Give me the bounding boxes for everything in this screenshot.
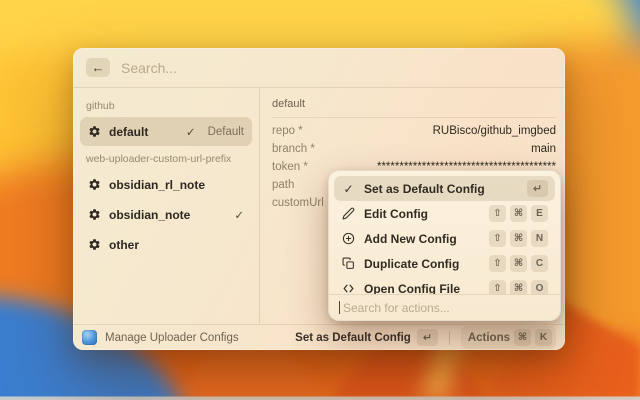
key-badge: ⌘ bbox=[510, 255, 527, 272]
key-badge: ↵ bbox=[527, 180, 548, 197]
check-icon: ✓ bbox=[341, 182, 356, 196]
key-badge: ⇧ bbox=[489, 205, 506, 222]
menu-item-label: Add New Config bbox=[364, 232, 457, 246]
key-badge: ⌘ bbox=[510, 205, 527, 222]
key-badge: O bbox=[531, 280, 548, 294]
gear-icon bbox=[88, 208, 101, 221]
manage-uploader-configs-window: ← Search... github default ✓ Default web-upl… bbox=[73, 48, 565, 350]
actions-menu: ✓Set as Default Config↵Edit Config⇧⌘EAdd… bbox=[328, 170, 561, 321]
key-badge: E bbox=[531, 205, 548, 222]
actions-button[interactable]: Actions ⌘K bbox=[461, 326, 556, 349]
pencil-icon bbox=[341, 207, 356, 220]
sidebar-item-other[interactable]: other bbox=[80, 230, 252, 259]
plus-circle-icon bbox=[341, 232, 356, 245]
key-badge: ⇧ bbox=[489, 255, 506, 272]
code-icon bbox=[341, 282, 356, 294]
menu-item-open-config-file[interactable]: Open Config File ⇧ ⌘ O bbox=[334, 276, 555, 294]
field-label: customUrl bbox=[272, 197, 324, 209]
detail-title: default bbox=[272, 94, 556, 117]
back-button[interactable]: ← bbox=[86, 58, 110, 77]
key-badge: ⌘ bbox=[510, 230, 527, 247]
duplicate-icon bbox=[341, 257, 356, 270]
app-icon bbox=[82, 330, 97, 345]
primary-action-label: Set as Default Config bbox=[295, 332, 411, 344]
divider bbox=[449, 331, 450, 345]
status-bar: Manage Uploader Configs Set as Default C… bbox=[73, 324, 565, 350]
menu-item-duplicate-config[interactable]: Duplicate Config ⇧⌘C bbox=[334, 251, 555, 276]
config-sidebar: github default ✓ Default web-uploader-custom… bbox=[73, 88, 260, 324]
menu-item-set-as-default-config[interactable]: ✓ Set as Default Config ↵ bbox=[334, 176, 555, 201]
key-badge: N bbox=[531, 230, 548, 247]
field-label: branch * bbox=[272, 143, 315, 155]
window-header: ← Search... bbox=[73, 48, 565, 88]
actions-search-placeholder: Search for actions... bbox=[343, 301, 450, 315]
key-badge: ⇧ bbox=[489, 230, 506, 247]
key-badge: ⌘ bbox=[514, 329, 531, 346]
default-badge: Default bbox=[208, 126, 244, 138]
actions-menu-list: ✓Set as Default Config↵Edit Config⇧⌘EAdd… bbox=[329, 171, 560, 294]
sidebar-item-label: default bbox=[109, 125, 148, 139]
menu-item-label: Open Config File bbox=[364, 282, 460, 295]
divider bbox=[272, 117, 556, 118]
sidebar-item-label: obsidian_rl_note bbox=[109, 178, 205, 192]
key-badge: C bbox=[531, 255, 548, 272]
search-input[interactable]: Search... bbox=[121, 60, 177, 76]
key-badge: K bbox=[535, 329, 552, 346]
menu-item-label: Edit Config bbox=[364, 207, 428, 221]
sidebar-section-label: github bbox=[80, 94, 252, 117]
gear-icon bbox=[88, 238, 101, 251]
sidebar-section-label: web-uploader-custom-url-prefix bbox=[80, 147, 252, 170]
config-field-row: branch * main bbox=[272, 140, 556, 158]
menu-item-label: Set as Default Config bbox=[364, 182, 485, 196]
field-value: main bbox=[531, 143, 556, 155]
text-cursor bbox=[339, 301, 340, 314]
primary-action-button[interactable]: Set as Default Config ↵ bbox=[295, 329, 438, 346]
field-value: RUBisco/github_imgbed bbox=[433, 125, 556, 137]
config-field-row: repo * RUBisco/github_imgbed bbox=[272, 122, 556, 140]
desktop: ← Search... github default ✓ Default web-upl… bbox=[0, 0, 640, 400]
checkmark-icon: ✓ bbox=[186, 125, 196, 139]
menu-item-label: Duplicate Config bbox=[364, 257, 459, 271]
sidebar-item-label: other bbox=[109, 238, 139, 252]
field-label: path bbox=[272, 179, 294, 191]
checkmark-icon: ✓ bbox=[234, 208, 244, 222]
sidebar-item-obsidian_rl_note[interactable]: obsidian_rl_note bbox=[80, 170, 252, 199]
actions-label: Actions bbox=[468, 332, 510, 344]
gear-icon bbox=[88, 125, 101, 138]
key-badge: ⇧ bbox=[489, 280, 506, 294]
back-arrow-icon: ← bbox=[92, 60, 105, 75]
app-name: Manage Uploader Configs bbox=[105, 332, 239, 344]
menu-item-add-new-config[interactable]: Add New Config ⇧⌘N bbox=[334, 226, 555, 251]
field-label: repo * bbox=[272, 125, 303, 137]
return-key-badge: ↵ bbox=[417, 329, 438, 346]
sidebar-item-obsidian_note[interactable]: obsidian_note ✓ bbox=[80, 200, 252, 229]
key-badge: ⌘ bbox=[510, 280, 527, 294]
sidebar-item-default[interactable]: default ✓ Default bbox=[80, 117, 252, 146]
gear-icon bbox=[88, 178, 101, 191]
actions-search-input[interactable]: Search for actions... bbox=[329, 294, 560, 320]
sidebar-item-label: obsidian_note bbox=[109, 208, 190, 222]
menu-item-edit-config[interactable]: Edit Config ⇧⌘E bbox=[334, 201, 555, 226]
field-label: token * bbox=[272, 161, 308, 173]
